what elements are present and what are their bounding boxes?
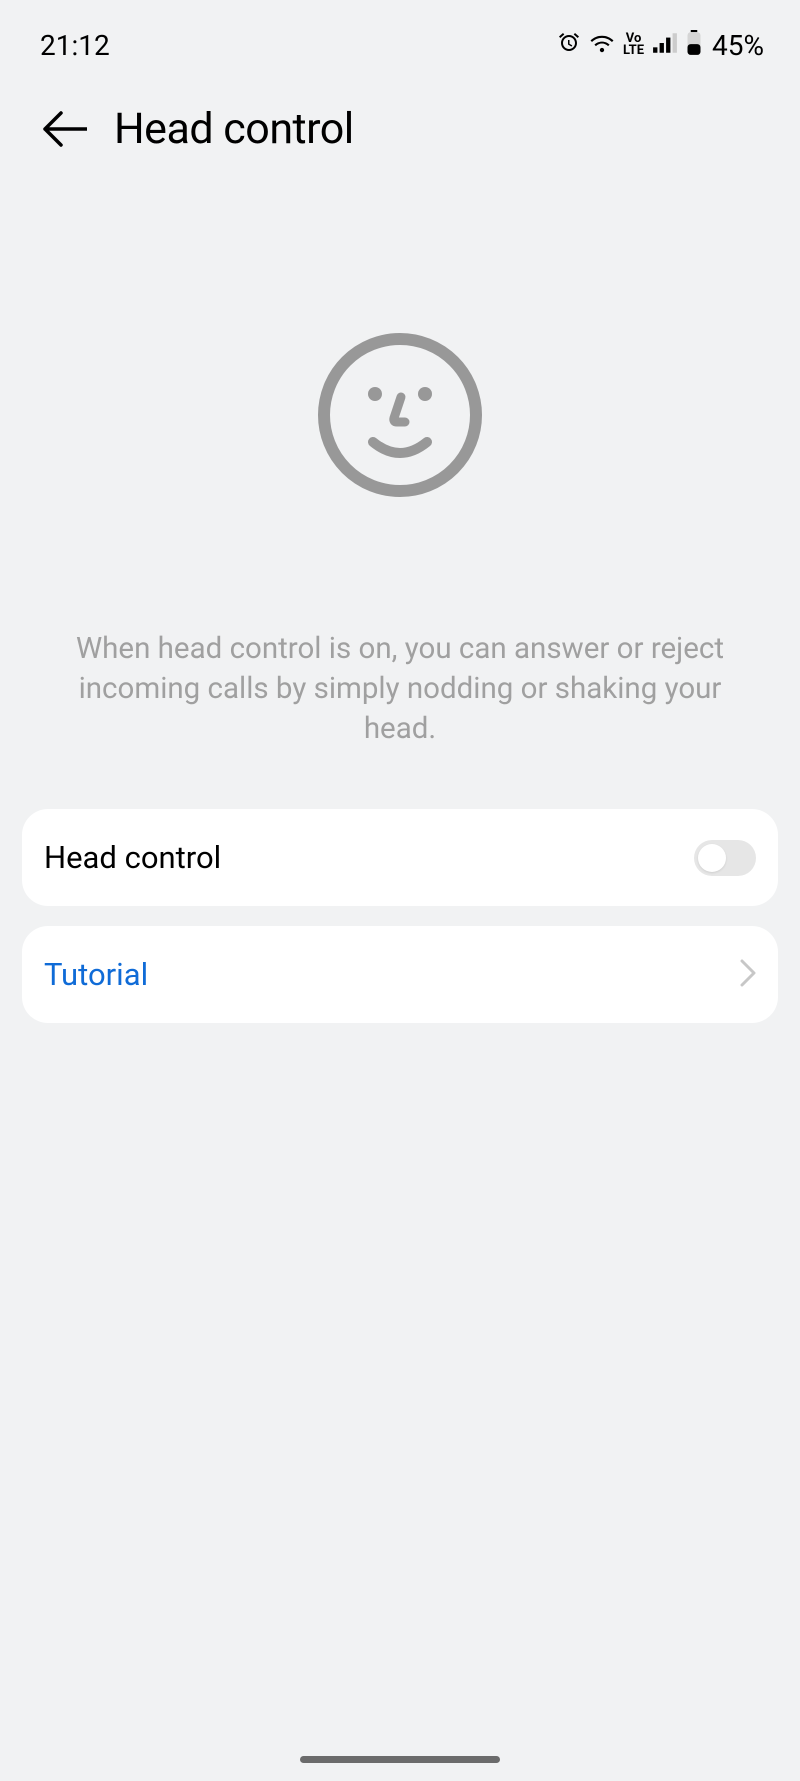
alarm-icon bbox=[557, 31, 581, 59]
head-control-row[interactable]: Head control bbox=[22, 809, 778, 906]
wifi-icon bbox=[589, 32, 615, 58]
battery-text: 45% bbox=[712, 29, 764, 62]
chevron-right-icon bbox=[740, 959, 756, 991]
home-indicator[interactable] bbox=[300, 1756, 500, 1763]
volte-icon: Vo LTE bbox=[623, 33, 644, 56]
toggle-knob bbox=[698, 844, 726, 872]
tutorial-label: Tutorial bbox=[44, 956, 148, 993]
tutorial-row[interactable]: Tutorial bbox=[22, 926, 778, 1023]
back-button[interactable] bbox=[42, 106, 88, 152]
status-bar: 21:12 Vo LTE 45% bbox=[0, 0, 800, 62]
tutorial-card: Tutorial bbox=[22, 926, 778, 1023]
signal-icon bbox=[652, 32, 678, 58]
status-time: 21:12 bbox=[40, 29, 110, 62]
head-control-card: Head control bbox=[22, 809, 778, 906]
battery-icon bbox=[686, 30, 702, 60]
feature-description: When head control is on, you can answer … bbox=[0, 630, 800, 749]
page-title: Head control bbox=[114, 104, 354, 154]
status-indicators: Vo LTE 45% bbox=[557, 29, 764, 62]
page-header: Head control bbox=[0, 62, 800, 154]
head-control-toggle[interactable] bbox=[694, 840, 756, 876]
head-control-label: Head control bbox=[44, 839, 221, 876]
face-illustration bbox=[0, 332, 800, 498]
arrow-left-icon bbox=[43, 111, 87, 147]
smiley-face-icon bbox=[317, 332, 483, 498]
